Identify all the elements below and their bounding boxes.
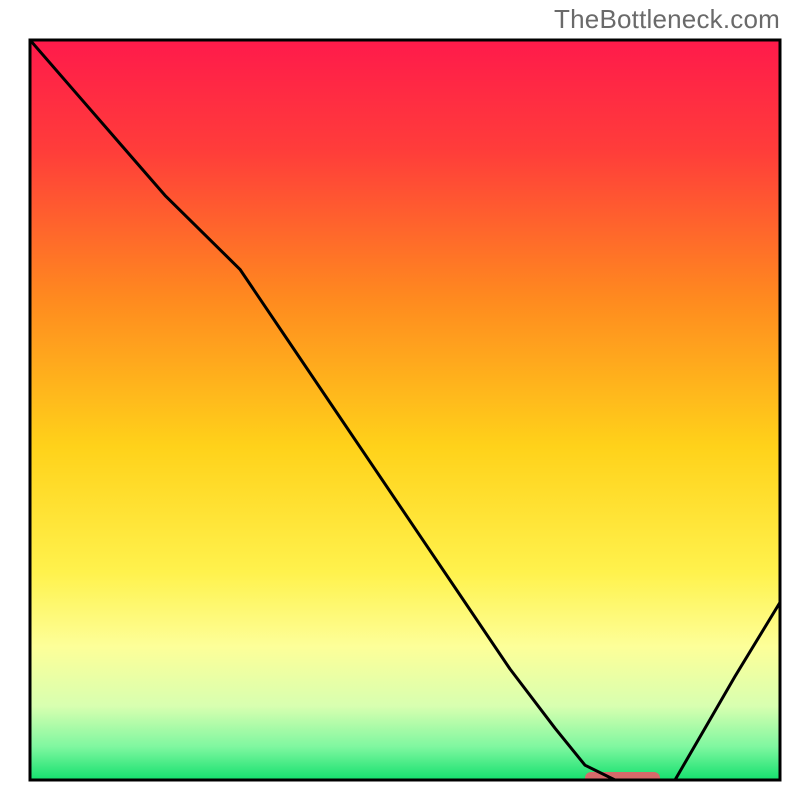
- gradient-background: [30, 40, 780, 780]
- plot-area: [30, 40, 780, 786]
- chart-frame: TheBottleneck.com: [0, 0, 800, 800]
- bottleneck-chart: [0, 0, 800, 800]
